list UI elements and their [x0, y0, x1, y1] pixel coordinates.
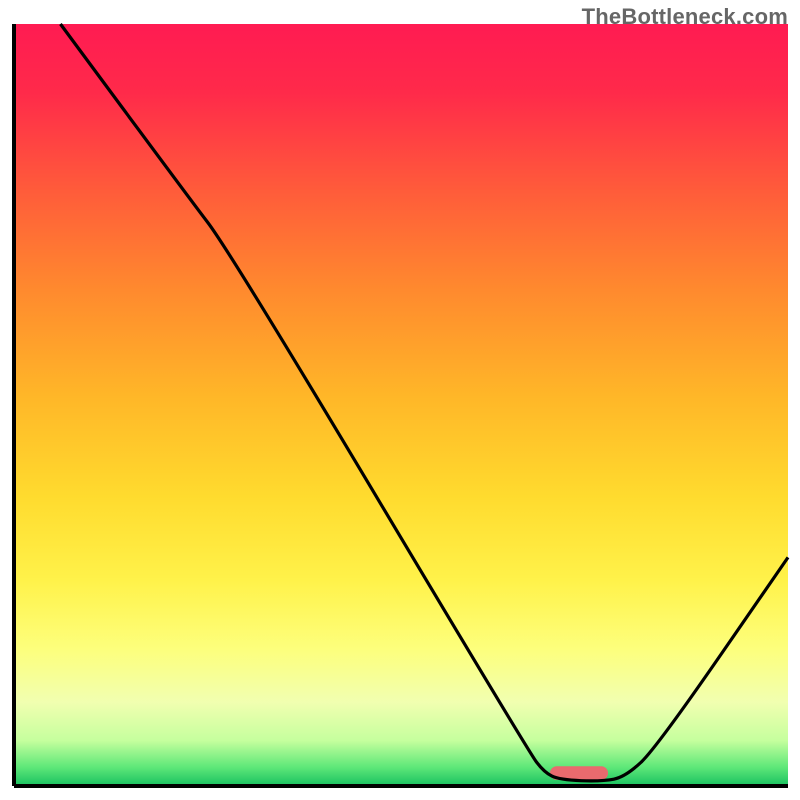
watermark-text: TheBottleneck.com — [582, 4, 788, 30]
plot-background — [14, 24, 788, 786]
chart-container: TheBottleneck.com — [0, 0, 800, 800]
bottleneck-chart — [0, 0, 800, 800]
